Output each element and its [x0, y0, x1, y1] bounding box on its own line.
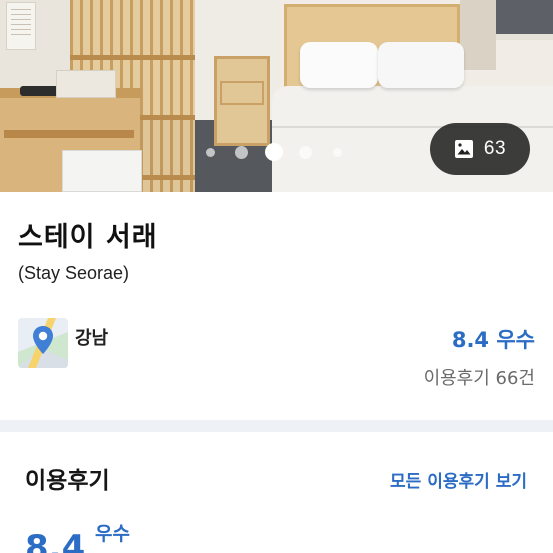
photo-tissue-box	[56, 70, 116, 98]
photo-poster	[6, 2, 36, 50]
carousel-dots	[206, 142, 342, 162]
carousel-dot[interactable]	[333, 147, 342, 157]
photo-pillow	[300, 42, 378, 88]
hotel-location: 강남	[75, 328, 109, 349]
photo-fridge	[62, 150, 142, 192]
photo-count: 63	[483, 138, 507, 159]
rating-summary: 8.4 우수	[451, 328, 535, 352]
review-grade: 우수	[95, 523, 130, 545]
see-all-reviews-link[interactable]: 모든 이용후기 보기	[390, 467, 527, 492]
hotel-name: 스테이 서래	[18, 222, 158, 253]
section-divider	[0, 420, 553, 432]
hotel-english-name: (Stay Seorae)	[18, 263, 130, 283]
image-gallery-icon	[454, 140, 473, 158]
photo-curtain	[460, 0, 496, 70]
map-pin-icon[interactable]	[18, 318, 68, 368]
carousel-dot[interactable]	[235, 145, 248, 159]
photo-desk-shelf	[4, 130, 134, 138]
review-score: 8.4	[25, 528, 86, 553]
hotel-photo[interactable]: 63	[0, 0, 553, 192]
carousel-dot[interactable]	[206, 147, 215, 157]
review-count-link[interactable]: 이용후기 66건	[424, 364, 535, 390]
photo-count-button[interactable]: 63	[430, 123, 530, 175]
photo-nightstand	[214, 56, 270, 146]
carousel-dot[interactable]	[299, 145, 312, 159]
photo-window	[496, 0, 553, 40]
carousel-dot-active[interactable]	[265, 143, 283, 161]
reviews-heading: 이용후기	[25, 468, 110, 494]
photo-pillow	[378, 42, 464, 88]
